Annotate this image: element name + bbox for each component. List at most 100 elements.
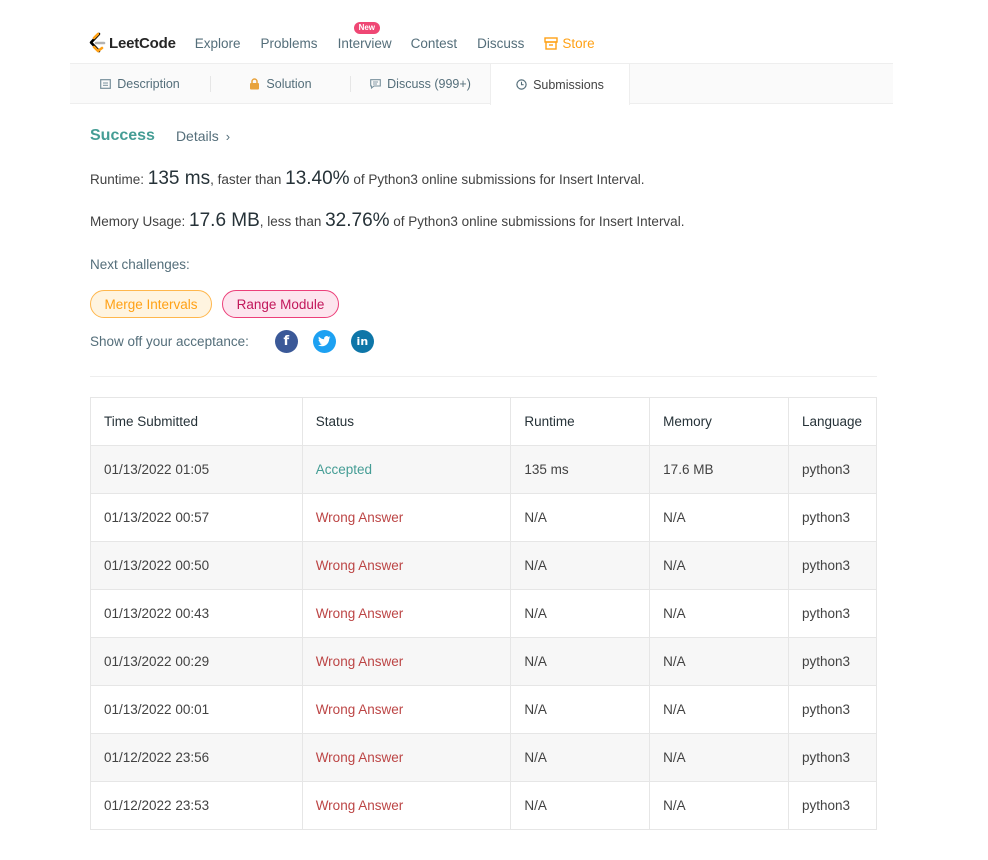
memory-tail: of Python3 online submissions for Insert… (389, 214, 685, 229)
twitter-icon[interactable] (312, 330, 336, 353)
header-status: Status (301, 397, 512, 446)
cell-language: python3 (787, 781, 878, 830)
runtime-tail: of Python3 online submissions for Insert… (349, 172, 645, 187)
challenge-merge-intervals[interactable]: Merge Intervals (90, 290, 212, 318)
leetcode-logo[interactable]: LeetCode (88, 32, 176, 54)
comment-icon (370, 79, 381, 89)
nav-explore[interactable]: Explore (195, 36, 241, 51)
memory-mid: , less than (259, 214, 326, 229)
runtime-percentile: 13.40% (285, 168, 350, 189)
tab-solution[interactable]: Solution (211, 64, 350, 104)
cell-language: python3 (787, 445, 878, 494)
chevron-right-icon: › (225, 128, 231, 144)
nav-interview-label: Interview (337, 35, 392, 51)
cell-status-link[interactable]: Wrong Answer (301, 637, 512, 686)
table-row: 01/13/2022 00:50 Wrong Answer N/A N/A py… (90, 541, 878, 590)
nav-store[interactable]: Store (544, 35, 595, 51)
header-time-submitted: Time Submitted (90, 397, 303, 446)
nav-contest[interactable]: Contest (411, 36, 458, 51)
cell-runtime: N/A (510, 685, 651, 734)
memory-value: 17.6 MB (189, 210, 260, 231)
cell-time: 01/13/2022 00:57 (90, 493, 303, 542)
nav-interview[interactable]: Interview New (337, 21, 392, 51)
tab-discuss[interactable]: Discuss (999+) (351, 64, 490, 104)
cell-memory: N/A (649, 781, 789, 830)
table-row: 01/12/2022 23:56 Wrong Answer N/A N/A py… (90, 733, 878, 782)
cell-time: 01/13/2022 00:43 (90, 589, 303, 638)
cell-runtime: N/A (510, 541, 651, 590)
top-navbar: LeetCode Explore Problems Interview New … (88, 21, 595, 58)
details-link[interactable]: Details › (176, 128, 230, 144)
runtime-value: 135 ms (147, 168, 211, 189)
table-row: 01/12/2022 23:53 Wrong Answer N/A N/A py… (90, 781, 878, 830)
cell-language: python3 (787, 493, 878, 542)
cell-status-link[interactable]: Wrong Answer (301, 781, 512, 830)
leetcode-logo-icon (89, 32, 106, 53)
memory-label: Memory Usage: (90, 214, 190, 229)
result-header: Success Details › (90, 127, 230, 145)
cell-status-link[interactable]: Wrong Answer (301, 733, 512, 782)
cell-time: 01/13/2022 00:01 (90, 685, 303, 734)
lock-icon (250, 78, 260, 90)
table-row: 01/13/2022 00:01 Wrong Answer N/A N/A py… (90, 685, 878, 734)
cell-language: python3 (787, 589, 878, 638)
cell-runtime: 135 ms (510, 445, 651, 494)
cell-time: 01/13/2022 00:29 (90, 637, 303, 686)
cell-memory: N/A (649, 493, 789, 542)
cell-language: python3 (787, 685, 878, 734)
cell-memory: N/A (649, 637, 789, 686)
cell-time: 01/12/2022 23:53 (90, 781, 303, 830)
table-row: 01/13/2022 00:29 Wrong Answer N/A N/A py… (90, 637, 878, 686)
challenge-range-module[interactable]: Range Module (222, 290, 339, 318)
nav-discuss[interactable]: Discuss (477, 36, 524, 51)
next-challenges-label: Next challenges: (90, 257, 190, 272)
cell-status-link[interactable]: Wrong Answer (301, 589, 512, 638)
table-row: 01/13/2022 00:57 Wrong Answer N/A N/A py… (90, 493, 878, 542)
cell-memory: N/A (649, 589, 789, 638)
tab-discuss-label: Discuss (999+) (387, 77, 471, 91)
tab-description[interactable]: Description (70, 64, 210, 104)
cell-runtime: N/A (510, 493, 651, 542)
clock-icon (516, 79, 527, 90)
twitter-bird-icon (317, 336, 331, 347)
cell-language: python3 (787, 733, 878, 782)
header-language: Language (787, 397, 878, 446)
cell-status-link[interactable]: Wrong Answer (301, 541, 512, 590)
runtime-stat: Runtime: 135 ms, faster than 13.40% of P… (90, 168, 645, 190)
tab-solution-label: Solution (266, 77, 312, 91)
table-header-row: Time Submitted Status Runtime Memory Lan… (90, 397, 878, 446)
nav-store-label: Store (562, 35, 595, 51)
runtime-mid: , faster than (210, 172, 286, 187)
cell-time: 01/13/2022 00:50 (90, 541, 303, 590)
document-icon (100, 79, 112, 89)
section-divider (90, 376, 877, 377)
cell-status-link[interactable]: Wrong Answer (301, 493, 512, 542)
facebook-icon[interactable]: f (274, 330, 298, 353)
tab-description-label: Description (117, 77, 180, 91)
linkedin-icon[interactable]: in (350, 330, 374, 353)
cell-memory: N/A (649, 685, 789, 734)
cell-runtime: N/A (510, 589, 651, 638)
details-label: Details (175, 128, 219, 144)
cell-status-link[interactable]: Wrong Answer (301, 685, 512, 734)
cell-time: 01/12/2022 23:56 (90, 733, 303, 782)
header-runtime: Runtime (510, 397, 651, 446)
memory-percentile: 32.76% (325, 210, 390, 231)
nav-problems[interactable]: Problems (261, 36, 318, 51)
cell-language: python3 (787, 637, 878, 686)
result-status: Success (90, 127, 155, 144)
cell-status-link[interactable]: Accepted (301, 445, 512, 494)
tab-submissions-label: Submissions (533, 77, 604, 92)
runtime-label: Runtime: (90, 172, 148, 187)
cell-runtime: N/A (510, 733, 651, 782)
share-label: Show off your acceptance: (90, 334, 249, 349)
logo-text: LeetCode (109, 34, 176, 52)
header-memory: Memory (649, 397, 789, 446)
cell-language: python3 (787, 541, 878, 590)
tab-submissions[interactable]: Submissions (490, 64, 630, 105)
table-row: 01/13/2022 01:05 Accepted 135 ms 17.6 MB… (90, 445, 878, 494)
submissions-table: Time Submitted Status Runtime Memory Lan… (90, 397, 878, 830)
new-badge: New (353, 21, 381, 34)
cell-time: 01/13/2022 01:05 (90, 445, 303, 494)
store-icon (544, 36, 559, 50)
